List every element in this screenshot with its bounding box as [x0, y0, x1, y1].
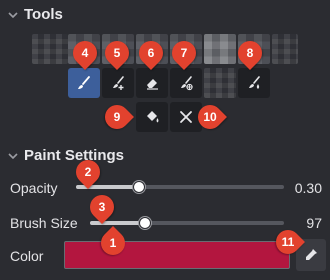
annotation-marker: 1	[96, 226, 130, 260]
chevron-down-icon	[8, 11, 18, 18]
brush-target-tool-button[interactable]	[170, 68, 202, 98]
brush-size-slider-thumb[interactable]	[139, 217, 151, 229]
annotation-marker: 6	[134, 36, 168, 70]
annotation-marker: 10	[193, 100, 227, 134]
opacity-slider-thumb[interactable]	[133, 181, 145, 193]
brush-drop-icon	[249, 76, 260, 89]
annotation-marker: 8	[233, 36, 267, 70]
brush-size-slider[interactable]	[90, 217, 284, 229]
brush-add-icon	[113, 76, 124, 90]
eraser-icon	[147, 79, 158, 90]
brush-size-slider-fill	[90, 221, 144, 225]
annotation-marker: 3	[85, 190, 119, 224]
paint-bucket-icon	[147, 111, 159, 123]
fill-tool-button[interactable]	[136, 102, 168, 132]
brush-tool-button[interactable]	[68, 68, 100, 98]
tools-section-title: Tools	[24, 6, 63, 23]
tool-slot[interactable]	[32, 34, 68, 64]
brush-target-icon	[181, 76, 193, 91]
annotation-marker: 9	[100, 100, 134, 134]
annotation-marker: 2	[71, 155, 105, 189]
tool-slot[interactable]	[204, 68, 236, 98]
tool-palette-row	[0, 34, 330, 68]
tools-panel: Tools 4 5 6 7 8 9 10 Paint Settings Opac…	[0, 0, 330, 280]
annotation-marker: 7	[167, 36, 201, 70]
paint-settings-header[interactable]: Paint Settings	[8, 147, 124, 164]
color-swatch[interactable]	[64, 241, 290, 269]
close-icon	[180, 111, 192, 123]
opacity-value: 0.30	[294, 180, 322, 196]
brush-add-tool-button[interactable]	[102, 68, 134, 98]
tools-section-header[interactable]: Tools	[8, 6, 63, 23]
brush-size-label: Brush Size	[10, 215, 78, 231]
eyedropper-icon	[306, 249, 317, 260]
annotation-marker: 11	[271, 225, 305, 259]
eraser-tool-button[interactable]	[136, 68, 168, 98]
color-label: Color	[10, 248, 44, 264]
chevron-down-icon	[8, 152, 18, 159]
paint-settings-title: Paint Settings	[24, 147, 125, 164]
opacity-label: Opacity	[10, 180, 58, 196]
opacity-slider[interactable]	[76, 181, 284, 193]
tool-slot[interactable]	[272, 34, 298, 64]
tool-slot[interactable]	[204, 34, 236, 64]
brush-icon	[78, 76, 90, 89]
annotation-marker: 5	[100, 36, 134, 70]
annotation-marker: 4	[68, 36, 102, 70]
brush-drop-tool-button[interactable]	[238, 68, 270, 98]
